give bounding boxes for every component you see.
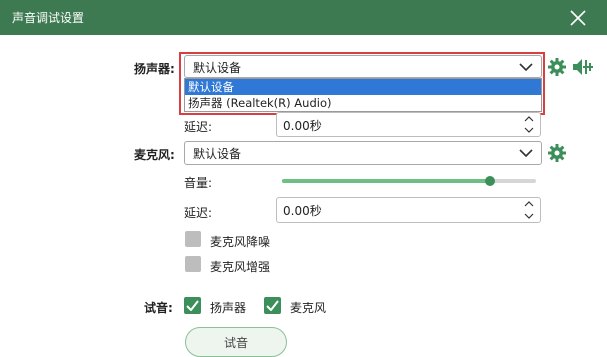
test-speaker-label: 扬声器	[210, 301, 247, 315]
window-title: 声音调试设置	[12, 11, 85, 25]
check-icon	[186, 300, 199, 311]
mic-boost-checkbox[interactable]	[185, 256, 201, 272]
spin-down-icon[interactable]	[524, 212, 534, 220]
speaker-volume-icon[interactable]	[571, 56, 595, 78]
chevron-down-icon	[519, 63, 533, 72]
mic-volume-fill	[282, 179, 490, 183]
speaker-select[interactable]: 默认设备	[184, 55, 542, 78]
mic-volume-label: 音量:	[184, 176, 213, 190]
speaker-label: 扬声器:	[134, 62, 175, 76]
test-mic-checkbox[interactable]	[264, 297, 281, 314]
speaker-option-default[interactable]: 默认设备	[185, 79, 541, 95]
mic-volume-thumb[interactable]	[485, 176, 495, 186]
mic-boost-label: 麦克风增强	[210, 260, 271, 274]
speaker-delay-label: 延迟:	[184, 120, 213, 134]
mic-label: 麦克风:	[134, 148, 175, 162]
test-button[interactable]: 试音	[185, 327, 287, 357]
spin-up-icon[interactable]	[524, 115, 534, 123]
test-button-label: 试音	[223, 336, 248, 350]
mic-select-value: 默认设备	[193, 147, 242, 161]
speaker-dropdown-list: 默认设备 扬声器 (Realtek(R) Audio)	[184, 78, 542, 112]
mic-noise-label: 麦克风降噪	[210, 235, 271, 249]
speaker-option-realtek[interactable]: 扬声器 (Realtek(R) Audio)	[185, 95, 541, 111]
mic-select[interactable]: 默认设备	[184, 141, 542, 165]
mic-delay-label: 延迟:	[184, 206, 213, 220]
speaker-delay-spinner[interactable]: 0.00秒	[276, 112, 541, 137]
gear-icon[interactable]	[547, 143, 567, 163]
mic-delay-value: 0.00秒	[283, 204, 322, 218]
mic-noise-checkbox[interactable]	[185, 231, 201, 247]
speaker-select-value: 默认设备	[193, 61, 242, 75]
check-icon	[266, 300, 279, 311]
chevron-down-icon	[519, 149, 533, 158]
mic-delay-spinner[interactable]: 0.00秒	[276, 197, 541, 223]
test-speaker-checkbox[interactable]	[184, 297, 201, 314]
title-bar	[0, 0, 607, 35]
spin-up-icon[interactable]	[524, 200, 534, 208]
spin-down-icon[interactable]	[524, 126, 534, 134]
close-icon[interactable]	[566, 6, 590, 30]
gear-icon[interactable]	[547, 57, 567, 77]
test-label: 试音:	[144, 301, 173, 315]
test-mic-label: 麦克风	[290, 301, 327, 315]
speaker-delay-value: 0.00秒	[283, 119, 322, 133]
